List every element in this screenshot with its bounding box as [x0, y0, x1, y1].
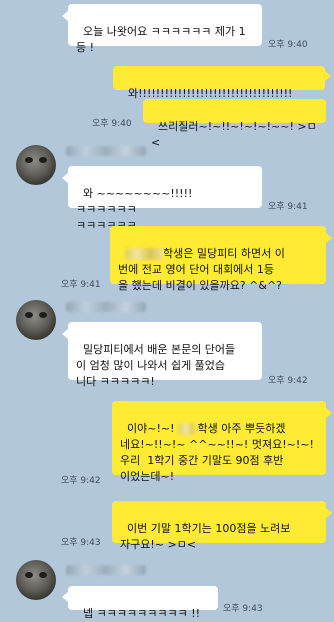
sender-avatar[interactable]	[16, 560, 56, 600]
bubble-tail	[62, 10, 69, 22]
message-text: 밀당피티에서 배운 본문의 단어들 이 엄청 많이 나와서 쉽게 풀었습 니다 …	[76, 343, 236, 388]
message-text: 이번 기말 1학기는 100점을 노려보 자구요!~ >ㅁ<	[120, 522, 291, 551]
message-time: 오후 9:43	[223, 604, 263, 614]
message-time: 오후 9:42	[268, 376, 308, 386]
outgoing-message-bubble[interactable]: 학생은 밀당피티 하면서 이 번에 전교 영어 단어 대회에서 1등 을 했는데…	[110, 226, 326, 292]
message-time: 오후 9:41	[61, 280, 101, 290]
blurred-student-name	[125, 248, 163, 260]
blurred-student-name	[178, 423, 194, 435]
outgoing-message-bubble[interactable]: 쓰리질러~!~!!~!~!~!~~! >ㅁ<	[143, 99, 326, 149]
bubble-tail	[62, 172, 69, 184]
bubble-tail	[62, 328, 69, 340]
message-time: 오후 9:41	[268, 202, 308, 212]
message-text: 넵 ㅋㅋㅋㅋㅋㅋㅋㅋㅋ !!	[83, 607, 201, 620]
sender-avatar[interactable]	[16, 300, 56, 340]
sender-avatar[interactable]	[16, 145, 56, 185]
bubble-tail	[325, 407, 332, 419]
sender-name	[66, 146, 146, 156]
incoming-message-bubble[interactable]: 넵 ㅋㅋㅋㅋㅋㅋㅋㅋㅋ !!	[68, 586, 218, 620]
message-text: 오늘 나왓어요 ㅋㅋㅋㅋㅋㅋ 제가 1 등 !	[76, 25, 246, 54]
message-time: 오후 9:40	[268, 40, 308, 50]
bubble-tail	[62, 591, 69, 603]
sender-name	[66, 302, 146, 312]
outgoing-message-bubble[interactable]: 이번 기말 1학기는 100점을 노려보 자구요!~ >ㅁ<	[112, 501, 326, 551]
sender-name	[66, 565, 146, 575]
message-text: 쓰리질러~!~!!~!~!~!~~! >ㅁ<	[151, 120, 317, 149]
bubble-tail	[325, 507, 332, 519]
bubble-tail	[325, 232, 332, 244]
outgoing-message-bubble[interactable]: 이야~!~! 학생 아주 뿌듯하겠 네요!~!!~!~ ^^~~!!~! 멋져요…	[112, 401, 326, 483]
incoming-message-bubble[interactable]: 와 ~~~~~~~~!!!!! ㅋㅋㅋㅋㅋㅋ ㅋㅋㅋㅋㅋㅋ	[68, 166, 262, 232]
message-time: 오후 9:42	[61, 476, 101, 486]
incoming-message-bubble[interactable]: 오늘 나왓어요 ㅋㅋㅋㅋㅋㅋ 제가 1 등 !	[68, 4, 262, 54]
message-time: 오후 9:40	[92, 119, 132, 129]
bubble-tail	[324, 70, 331, 82]
incoming-message-bubble[interactable]: 밀당피티에서 배운 본문의 단어들 이 엄청 많이 나와서 쉽게 풀었습 니다 …	[68, 322, 262, 388]
message-text: 이야~!~!	[127, 422, 178, 435]
message-time: 오후 9:43	[61, 538, 101, 548]
outgoing-message-bubble[interactable]: 와!!!!!!!!!!!!!!!!!!!!!!!!!!!!!!!!!!!	[113, 66, 325, 100]
